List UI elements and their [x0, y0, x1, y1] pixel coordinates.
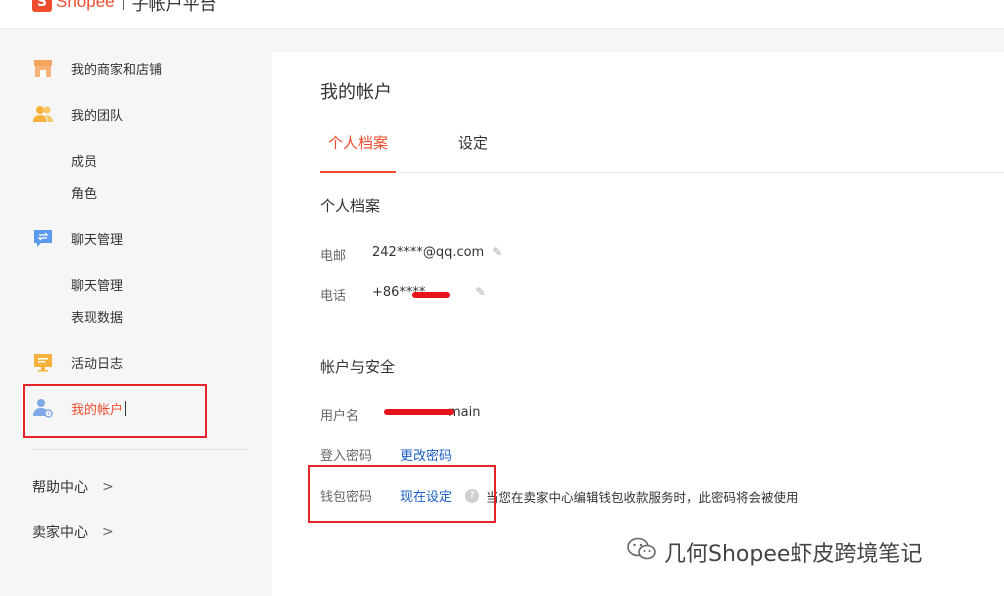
username-label: 用户名: [320, 409, 360, 424]
chevron-right-icon: >: [102, 524, 114, 540]
security-section-title: 帐户与安全: [320, 358, 396, 376]
sidebar-subitem-members[interactable]: 成员: [71, 151, 97, 170]
sidebar-item-label: 我的团队: [71, 108, 124, 124]
sidebar-item-label: 聊天管理: [71, 232, 124, 248]
brand-divider: [122, 0, 124, 10]
username-redaction: [384, 409, 454, 415]
help-center-label: 帮助中心: [32, 480, 88, 496]
sidebar-item-team[interactable]: 我的团队: [32, 103, 123, 125]
sidebar-item-label: 我的商家和店铺: [71, 62, 163, 78]
login-password-label: 登入密码: [320, 449, 373, 464]
annotation-box-wallet-password: [308, 465, 496, 523]
email-value: 242****@qq.com ✎: [372, 245, 502, 260]
tab-bar: 个人档案 设定: [320, 122, 1004, 173]
wallet-password-hint: 当您在卖家中心编辑钱包收款服务时，此密码将会被使用: [486, 490, 799, 505]
store-icon: [32, 57, 54, 79]
edit-phone-icon[interactable]: ✎: [475, 285, 485, 299]
sidebar-subitem-roles[interactable]: 角色: [71, 183, 97, 202]
sidebar-item-label: 活动日志: [71, 356, 124, 372]
page-title: 我的帐户: [320, 82, 392, 103]
seller-center-label: 卖家中心: [32, 525, 88, 541]
sidebar-item-stores[interactable]: 我的商家和店铺: [32, 57, 162, 79]
email-label: 电邮: [320, 249, 347, 264]
wechat-icon: [626, 536, 658, 568]
sidebar-subitem-performance[interactable]: 表现数据: [71, 307, 123, 326]
chevron-right-icon: >: [102, 479, 114, 495]
team-icon: [32, 103, 54, 125]
sidebar-item-activity-log[interactable]: 活动日志: [32, 351, 123, 373]
seller-center-link[interactable]: 卖家中心 >: [32, 522, 114, 542]
edit-email-icon[interactable]: ✎: [492, 245, 502, 259]
sidebar: 我的商家和店铺 我的团队 成员 角色 聊天管理 聊天管理 表现数据 活动日志 我…: [0, 29, 272, 596]
brand-name: Shopee: [56, 0, 115, 11]
phone-redaction: [412, 292, 450, 298]
change-password-link[interactable]: 更改密码: [400, 445, 452, 464]
log-icon: [32, 351, 54, 373]
watermark: 几何Shopee虾皮跨境笔记: [626, 536, 922, 568]
sidebar-item-chat[interactable]: 聊天管理: [32, 227, 123, 249]
chat-icon: [32, 227, 54, 249]
tab-settings[interactable]: 设定: [450, 132, 496, 171]
phone-label: 电话: [320, 289, 347, 304]
platform-name: 子帐户平台: [131, 0, 217, 15]
tab-profile[interactable]: 个人档案: [320, 132, 397, 173]
profile-section-title: 个人档案: [320, 197, 381, 215]
top-header: S Shopee 子帐户平台: [0, 0, 1004, 29]
annotation-box-my-account: [23, 384, 207, 438]
sidebar-subitem-chat-management[interactable]: 聊天管理: [71, 275, 123, 294]
shopee-logo-icon: S: [32, 0, 52, 12]
email-text: 242****@qq.com: [372, 245, 485, 260]
watermark-text: 几何Shopee虾皮跨境笔记: [664, 542, 923, 567]
brand-logo[interactable]: S Shopee 子帐户平台: [32, 0, 217, 15]
sidebar-divider: [32, 449, 248, 450]
help-center-link[interactable]: 帮助中心 >: [32, 477, 114, 497]
